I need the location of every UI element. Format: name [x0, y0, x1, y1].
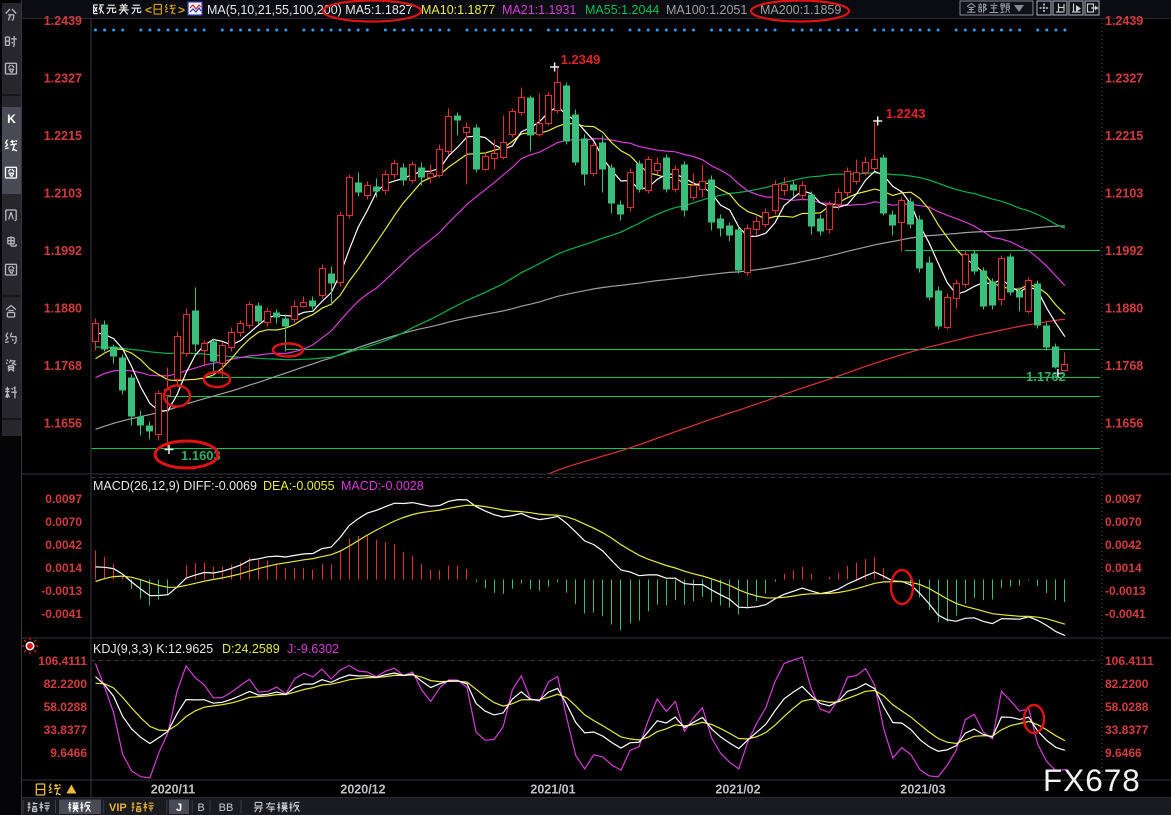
svg-text:1.2215: 1.2215 [1105, 129, 1143, 143]
svg-text:2021/03: 2021/03 [900, 783, 945, 797]
svg-text:D:24.2589: D:24.2589 [222, 642, 280, 656]
svg-text:82.2200: 82.2200 [1105, 677, 1149, 691]
svg-text:58.0288: 58.0288 [1105, 700, 1149, 714]
svg-text:MA(5,10,21,55,100,200) MA5:1.1: MA(5,10,21,55,100,200) MA5:1.1827 [207, 3, 413, 17]
svg-text:<: < [145, 3, 152, 17]
svg-text:0.0042: 0.0042 [1105, 538, 1142, 552]
svg-text:106.4111: 106.4111 [1105, 654, 1154, 668]
svg-text:9.6466: 9.6466 [50, 746, 87, 760]
svg-text:-0.0041: -0.0041 [1105, 607, 1146, 621]
svg-text:1.2103: 1.2103 [44, 186, 82, 200]
svg-text:1.2103: 1.2103 [1105, 186, 1143, 200]
svg-text:MA21:1.1931: MA21:1.1931 [502, 3, 576, 17]
svg-text:J:-9.6302: J:-9.6302 [287, 642, 339, 656]
svg-text:33.8377: 33.8377 [1105, 723, 1149, 737]
svg-text:1.2243: 1.2243 [886, 106, 926, 121]
svg-text:0.0014: 0.0014 [1105, 561, 1142, 575]
svg-text:1.1656: 1.1656 [44, 416, 82, 430]
svg-text:-0.0013: -0.0013 [41, 584, 82, 598]
svg-text:-0.0013: -0.0013 [1105, 584, 1146, 598]
svg-text:2020/12: 2020/12 [340, 783, 385, 797]
svg-text:1.1768: 1.1768 [44, 359, 82, 373]
svg-text:0.0070: 0.0070 [1105, 515, 1142, 529]
svg-text:1.1762: 1.1762 [1026, 369, 1066, 384]
svg-text:MA10:1.1877: MA10:1.1877 [421, 3, 495, 17]
svg-text:MACD:-0.0028: MACD:-0.0028 [341, 479, 424, 493]
svg-text:BB: BB [219, 802, 234, 814]
svg-text:1.1880: 1.1880 [1105, 301, 1143, 315]
svg-text:1.1992: 1.1992 [1105, 244, 1143, 258]
svg-text:9.6466: 9.6466 [1105, 746, 1142, 760]
svg-text:1.2327: 1.2327 [1105, 71, 1143, 85]
svg-text:1.1768: 1.1768 [1105, 359, 1143, 373]
svg-text:MA200:1.1859: MA200:1.1859 [760, 3, 841, 17]
svg-text:2021/02: 2021/02 [715, 783, 760, 797]
svg-text:DEA:-0.0055: DEA:-0.0055 [263, 479, 335, 493]
svg-text:J: J [176, 802, 182, 814]
svg-text:K: K [7, 112, 16, 126]
svg-text:106.4111: 106.4111 [38, 654, 87, 668]
svg-text:1.2349: 1.2349 [561, 52, 601, 67]
svg-text:82.2200: 82.2200 [44, 677, 88, 691]
svg-text:1.2327: 1.2327 [44, 71, 82, 85]
svg-text:1.1880: 1.1880 [44, 301, 82, 315]
svg-text:MACD(26,12,9) DIFF:-0.0069: MACD(26,12,9) DIFF:-0.0069 [93, 479, 257, 493]
svg-text:VIP: VIP [109, 802, 127, 814]
svg-text:33.8377: 33.8377 [44, 723, 88, 737]
svg-text:MA100:1.2051: MA100:1.2051 [666, 3, 747, 17]
svg-text:0.0042: 0.0042 [45, 538, 82, 552]
svg-text:FX678: FX678 [1043, 762, 1141, 798]
svg-text:>: > [178, 3, 185, 17]
svg-text:2021/01: 2021/01 [530, 783, 575, 797]
svg-text:58.0288: 58.0288 [44, 700, 88, 714]
svg-text:2020/11: 2020/11 [151, 783, 196, 797]
svg-text:0.0070: 0.0070 [45, 515, 82, 529]
svg-text:1.2439: 1.2439 [44, 14, 82, 28]
svg-text:0.0097: 0.0097 [45, 492, 82, 506]
svg-text:KDJ(9,3,3) K:12.9625: KDJ(9,3,3) K:12.9625 [93, 642, 213, 656]
svg-text:1.2215: 1.2215 [44, 129, 82, 143]
svg-text:B: B [197, 802, 204, 814]
svg-text:0.0014: 0.0014 [45, 561, 82, 575]
svg-text:MA55:1.2044: MA55:1.2044 [585, 3, 659, 17]
svg-text:1.1992: 1.1992 [44, 244, 82, 258]
svg-text:0.0097: 0.0097 [1105, 492, 1142, 506]
svg-text:-0.0041: -0.0041 [41, 607, 82, 621]
svg-text:1.1656: 1.1656 [1105, 416, 1143, 430]
svg-text:1.2439: 1.2439 [1105, 14, 1143, 28]
